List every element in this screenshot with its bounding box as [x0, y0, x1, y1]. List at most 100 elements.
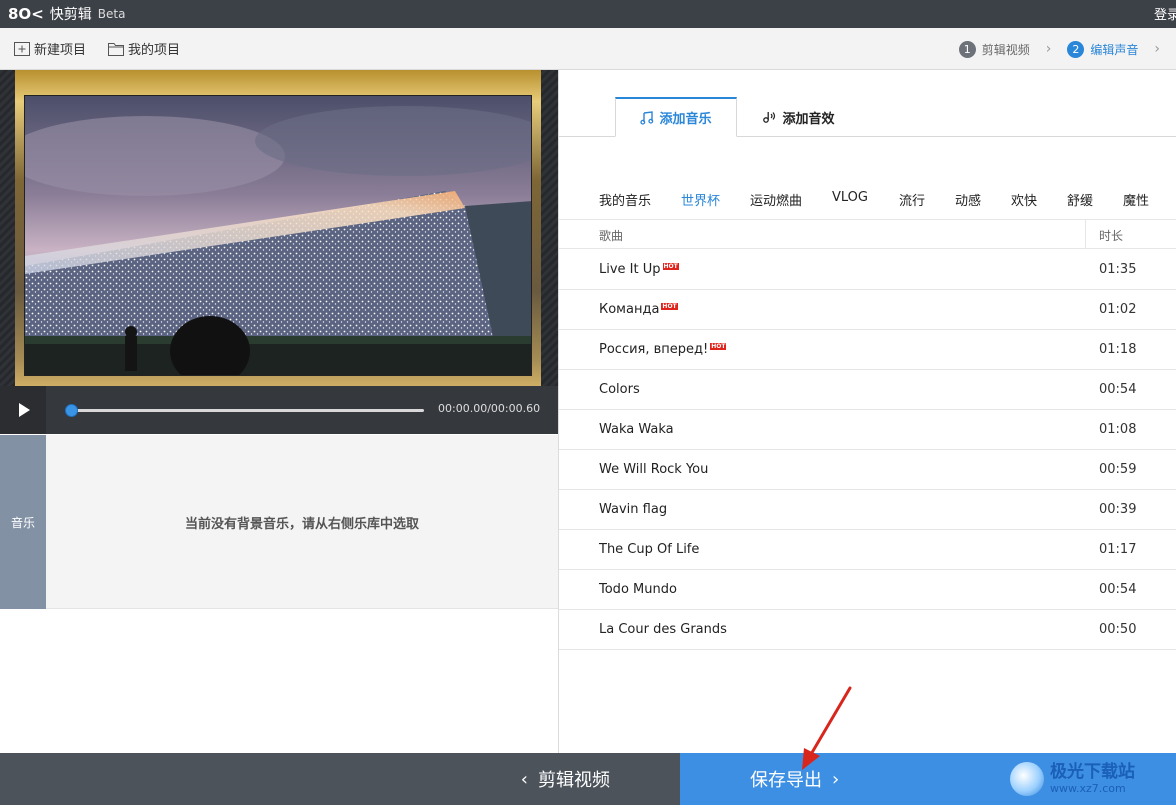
song-table-header: 歌曲 时长 — [559, 219, 1176, 249]
tab-label: 添加音效 — [782, 111, 835, 127]
song-duration: 01:18 — [1099, 342, 1137, 357]
song-title: Colors — [599, 382, 640, 397]
song-row[interactable]: La Cour des Grands 00:50 — [559, 610, 1176, 650]
step-number: 2 — [1067, 40, 1085, 58]
title-bar: 8O< 快剪辑 Beta 登录 — [0, 0, 1176, 28]
folder-icon — [108, 42, 125, 56]
category-item[interactable]: 流行 — [899, 190, 925, 209]
new-project-label: 新建项目 — [34, 43, 87, 58]
library-tabs: 添加音乐 添加音效 — [559, 97, 1176, 137]
column-header-duration: 时长 — [1099, 229, 1124, 243]
hot-badge: HOT — [661, 303, 678, 310]
song-row[interactable]: Wavin flag 00:39 — [559, 490, 1176, 530]
song-duration: 00:59 — [1099, 462, 1137, 477]
back-label: 剪辑视频 — [538, 770, 610, 791]
category-item[interactable]: VLOG — [832, 190, 868, 205]
player-controls: 00:00.00/00:00.60 — [0, 386, 558, 434]
song-duration: 00:50 — [1099, 622, 1137, 637]
hot-badge: HOT — [662, 263, 679, 270]
song-list: Live It Up HOT 01:35 Команда HOT 01:02 Рос… — [559, 250, 1176, 650]
toolbar: 新建项目 我的项目 1 剪辑视频 › 2 编辑声音 › — [0, 28, 1176, 70]
song-duration: 01:35 — [1099, 262, 1137, 277]
music-library-panel: 添加音乐 添加音效 我的音乐 世界杯 运动燃曲 VLOG 流行 动感 欢快 舒缓… — [558, 70, 1176, 753]
video-preview — [24, 95, 532, 376]
sound-effect-icon — [763, 112, 776, 123]
song-duration: 00:39 — [1099, 502, 1137, 517]
watermark-logo-icon — [1010, 762, 1044, 796]
back-to-edit-video-button[interactable]: ‹ 剪辑视频 — [0, 753, 680, 805]
song-title: Wavin flag — [599, 502, 668, 517]
song-row[interactable]: The Cup Of Life 01:17 — [559, 530, 1176, 570]
song-row[interactable]: Live It Up HOT 01:35 — [559, 250, 1176, 290]
workflow-steps: 1 剪辑视频 › 2 编辑声音 › — [958, 28, 1160, 70]
song-title: Live It Up HOT — [599, 262, 679, 277]
playback-time: 00:00.00/00:00.60 — [438, 402, 541, 415]
music-note-icon — [640, 110, 654, 125]
my-projects-button[interactable]: 我的项目 — [108, 39, 180, 58]
step-edit-audio[interactable]: 2 编辑声音 — [1067, 40, 1139, 58]
app-name: 快剪辑 — [49, 7, 92, 23]
watermark-url: www.xz7.com — [1050, 782, 1126, 795]
video-frame-image — [25, 96, 531, 375]
song-row[interactable]: We Will Rock You 00:59 — [559, 450, 1176, 490]
category-item[interactable]: 魔性 — [1123, 190, 1149, 209]
play-button[interactable] — [0, 386, 46, 434]
song-title: We Will Rock You — [599, 462, 709, 477]
category-item[interactable]: 我的音乐 — [599, 190, 651, 209]
site-watermark: 极光下载站 www.xz7.com — [1010, 759, 1168, 799]
song-row[interactable]: Команда HOT 01:02 — [559, 290, 1176, 330]
category-item[interactable]: 世界杯 — [681, 190, 720, 209]
column-header-song: 歌曲 — [599, 229, 624, 243]
song-title: Waka Waka — [599, 422, 674, 437]
category-item[interactable]: 运动燃曲 — [750, 190, 802, 209]
step-edit-video[interactable]: 1 剪辑视频 — [958, 40, 1030, 58]
chevron-right-icon: › — [1045, 41, 1052, 57]
song-duration: 01:08 — [1099, 422, 1137, 437]
column-divider — [1085, 220, 1086, 249]
song-title: The Cup Of Life — [599, 542, 700, 557]
step-label: 剪辑视频 — [981, 42, 1030, 57]
song-title-text: Команда — [599, 302, 660, 317]
tab-label: 添加音乐 — [659, 112, 712, 127]
music-track: 音乐 当前没有背景音乐，请从右侧乐库中选取 — [0, 435, 558, 609]
play-icon — [19, 403, 30, 417]
song-title: La Cour des Grands — [599, 622, 727, 637]
category-item[interactable]: 欢快 — [1011, 190, 1037, 209]
music-empty-hint: 当前没有背景音乐，请从右侧乐库中选取 — [184, 516, 419, 532]
login-button[interactable]: 登录 — [1154, 4, 1176, 23]
song-row[interactable]: Россия, вперед! HOT 01:18 — [559, 330, 1176, 370]
beta-label: Beta — [97, 7, 126, 21]
plus-square-icon — [14, 41, 30, 56]
seek-bar[interactable] — [70, 409, 424, 412]
tab-add-music[interactable]: 添加音乐 — [615, 97, 737, 137]
category-item[interactable]: 舒缓 — [1067, 190, 1093, 209]
song-row[interactable]: Colors 00:54 — [559, 370, 1176, 410]
my-projects-label: 我的项目 — [128, 43, 181, 58]
new-project-button[interactable]: 新建项目 — [14, 39, 86, 58]
song-duration: 00:54 — [1099, 582, 1137, 597]
editor-panel: 00:00.00/00:00.60 音乐 当前没有背景音乐，请从右侧乐库中选取 — [0, 70, 558, 753]
category-item[interactable]: 动感 — [955, 190, 981, 209]
step-label: 编辑声音 — [1090, 42, 1139, 57]
chevron-right-icon: › — [1154, 41, 1160, 57]
song-title: Todo Mundo — [599, 582, 677, 597]
seek-handle[interactable] — [65, 404, 78, 417]
song-duration: 01:02 — [1099, 302, 1137, 317]
song-duration: 01:17 — [1099, 542, 1137, 557]
category-bar: 我的音乐 世界杯 运动燃曲 VLOG 流行 动感 欢快 舒缓 魔性 — [559, 190, 1176, 212]
step-number: 1 — [958, 40, 976, 58]
tab-add-sound-effect[interactable]: 添加音效 — [737, 97, 859, 137]
song-duration: 00:54 — [1099, 382, 1137, 397]
logo-mark: 8O< — [8, 5, 44, 23]
watermark-title: 极光下载站 — [1050, 762, 1135, 782]
preview-stage — [0, 70, 558, 386]
song-title: Россия, вперед! HOT — [599, 342, 727, 357]
song-row[interactable]: Todo Mundo 00:54 — [559, 570, 1176, 610]
chevron-right-icon: › — [832, 768, 840, 790]
song-row[interactable]: Waka Waka 01:08 — [559, 410, 1176, 450]
song-title: Команда HOT — [599, 302, 678, 317]
app-logo: 8O< 快剪辑 Beta — [8, 4, 125, 24]
save-label: 保存导出 — [750, 770, 822, 791]
bottom-action-bar: ‹ 剪辑视频 保存导出 › 极光下载站 www.xz7.com — [0, 753, 1176, 805]
chevron-left-icon: ‹ — [520, 768, 528, 790]
